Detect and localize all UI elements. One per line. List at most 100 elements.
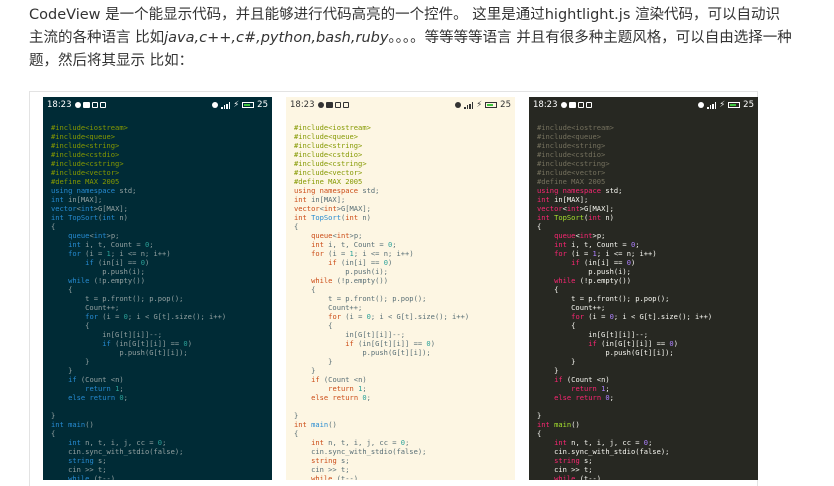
phone-screenshot-solarized-light: 18:23 ⚡ 25 #include<iostream> #include<q… bbox=[286, 97, 515, 480]
code-line: { bbox=[554, 285, 559, 294]
charging-icon: ⚡ bbox=[233, 100, 240, 110]
code-line: { bbox=[85, 321, 90, 330]
code-line: int main() bbox=[294, 420, 337, 429]
code-line: for (i = 1; i <= n; i++) bbox=[68, 249, 171, 258]
code-line: string s; bbox=[311, 456, 350, 465]
code-line: cin >> t; bbox=[68, 465, 107, 474]
code-line: else return 0; bbox=[311, 393, 371, 402]
code-line: int in[MAX]; bbox=[51, 195, 103, 204]
code-line: { bbox=[51, 429, 56, 438]
code-line: t = p.front(); p.pop(); bbox=[328, 294, 427, 303]
code-line: queue<int>p; bbox=[311, 231, 363, 240]
code-line: { bbox=[68, 285, 73, 294]
code-line: while (t--) bbox=[311, 474, 359, 480]
intro-line-2-pre: 主流的各种语言 比如 bbox=[29, 30, 165, 46]
phone-screenshot-dark-teal: 18:23 ⚡ 25 #include<iostream> #include<q… bbox=[43, 97, 272, 480]
code-line: { bbox=[537, 429, 542, 438]
code-line: #define MAX 2005 bbox=[51, 177, 120, 186]
status-time: 18:23 bbox=[533, 100, 558, 110]
code-line: if (Count <n) bbox=[68, 375, 124, 384]
code-line: return 1; bbox=[571, 384, 610, 393]
code-line: in[G[t][i]]--; bbox=[345, 330, 406, 339]
image-icon bbox=[99, 102, 106, 108]
code-line: p.push(G[t][i]); bbox=[362, 348, 431, 357]
code-line: #include<string> bbox=[51, 141, 120, 150]
code-line: p.push(G[t][i]); bbox=[605, 348, 674, 357]
chat-icon bbox=[74, 102, 81, 108]
code-line: #include<cstdio> bbox=[51, 150, 120, 159]
code-line: p.push(G[t][i]); bbox=[119, 348, 188, 357]
code-line: if (Count <n) bbox=[311, 375, 367, 384]
code-line: while (!p.empty()) bbox=[554, 276, 631, 285]
code-line: if (in[i] == 0) bbox=[328, 258, 393, 267]
intro-languages: java,c++,c#,python,bash,ruby bbox=[164, 30, 389, 46]
code-line: { bbox=[294, 222, 299, 231]
code-line: for (i = 0; i < G[t].size(); i++) bbox=[571, 312, 713, 321]
code-line: if (in[i] == 0) bbox=[85, 258, 150, 267]
code-line: vector<int>G[MAX]; bbox=[537, 204, 614, 213]
code-line: return 1; bbox=[328, 384, 367, 393]
battery-level: 25 bbox=[257, 100, 268, 110]
battery-icon bbox=[485, 102, 498, 108]
code-line: for (i = 0; i < G[t].size(); i++) bbox=[85, 312, 227, 321]
alarm-icon bbox=[455, 102, 462, 108]
code-line: int i, t, Count = 0; bbox=[554, 240, 640, 249]
code-line: Count++; bbox=[328, 303, 363, 312]
code-line: while (t--) bbox=[68, 474, 116, 480]
code-line: vector<int>G[MAX]; bbox=[294, 204, 371, 213]
code-line: #include<cstring> bbox=[294, 159, 367, 168]
status-time: 18:23 bbox=[290, 100, 315, 110]
code-line: int main() bbox=[537, 420, 580, 429]
code-line: #include<queue> bbox=[51, 132, 116, 141]
code-line: if (in[i] == 0) bbox=[571, 258, 636, 267]
code-line: using namespace std; bbox=[537, 186, 623, 195]
code-line: p.push(i); bbox=[588, 267, 631, 276]
code-view: #include<iostream> #include<queue> #incl… bbox=[286, 113, 515, 480]
code-line: while (t--) bbox=[554, 474, 602, 480]
battery-level: 25 bbox=[500, 100, 511, 110]
code-line: { bbox=[328, 321, 333, 330]
code-line: cin.sync_with_stdio(false); bbox=[311, 447, 427, 456]
code-line: } bbox=[537, 411, 542, 420]
phone-screenshot-monokai: 18:23 ⚡ 25 #include<iostream> #include<q… bbox=[529, 97, 758, 480]
code-line: int in[MAX]; bbox=[294, 195, 346, 204]
intro-line-1: CodeView 是一个能显示代码，并且能够进行代码高亮的一个控件。 这里是通过… bbox=[29, 7, 780, 23]
intro-text: CodeView 是一个能显示代码，并且能够进行代码高亮的一个控件。 这里是通过… bbox=[29, 4, 834, 73]
code-line: queue<int>p; bbox=[554, 231, 606, 240]
code-line: cin.sync_with_stdio(false); bbox=[68, 447, 184, 456]
code-line: int TopSort(int n) bbox=[537, 213, 614, 222]
intro-line-3: 题，然后将其显示 比如： bbox=[29, 53, 194, 69]
code-line: using namespace std; bbox=[294, 186, 380, 195]
intro-line-2-post: 。。。。等等等等语言 并且有很多种主题风格，可以自由选择一种 bbox=[388, 30, 792, 46]
intro-line-2: 主流的各种语言 比如java,c++,c#,python,bash,ruby。。… bbox=[29, 27, 834, 50]
code-line: int n, t, i, j, cc = 0; bbox=[311, 438, 410, 447]
code-line: #include<iostream> bbox=[294, 123, 371, 132]
code-line: } bbox=[311, 366, 316, 375]
signal-icon bbox=[464, 101, 474, 109]
code-line: if (Count <n) bbox=[554, 375, 610, 384]
code-line: t = p.front(); p.pop(); bbox=[571, 294, 670, 303]
battery-icon bbox=[728, 102, 741, 108]
code-line: cin.sync_with_stdio(false); bbox=[554, 447, 670, 456]
code-line: else return 0; bbox=[554, 393, 614, 402]
code-line: int in[MAX]; bbox=[537, 195, 589, 204]
code-line: in[G[t][i]]--; bbox=[102, 330, 163, 339]
code-line: while (!p.empty()) bbox=[68, 276, 145, 285]
code-line: #include<cstring> bbox=[537, 159, 610, 168]
code-line: { bbox=[51, 222, 56, 231]
code-line: } bbox=[294, 411, 299, 420]
signal-icon bbox=[707, 101, 717, 109]
code-line: } bbox=[85, 357, 90, 366]
code-line: in[G[t][i]]--; bbox=[588, 330, 649, 339]
battery-icon bbox=[242, 102, 255, 108]
code-line: cin >> t; bbox=[311, 465, 350, 474]
code-line: } bbox=[571, 357, 576, 366]
alarm-icon bbox=[212, 102, 219, 108]
code-line: Count++; bbox=[571, 303, 606, 312]
signal-icon bbox=[221, 101, 231, 109]
code-line: int n, t, i, j, cc = 0; bbox=[554, 438, 653, 447]
code-line: } bbox=[328, 357, 333, 366]
screenshot-icon bbox=[334, 102, 341, 108]
code-view: #include<iostream> #include<queue> #incl… bbox=[43, 113, 272, 480]
code-line: else return 0; bbox=[68, 393, 128, 402]
